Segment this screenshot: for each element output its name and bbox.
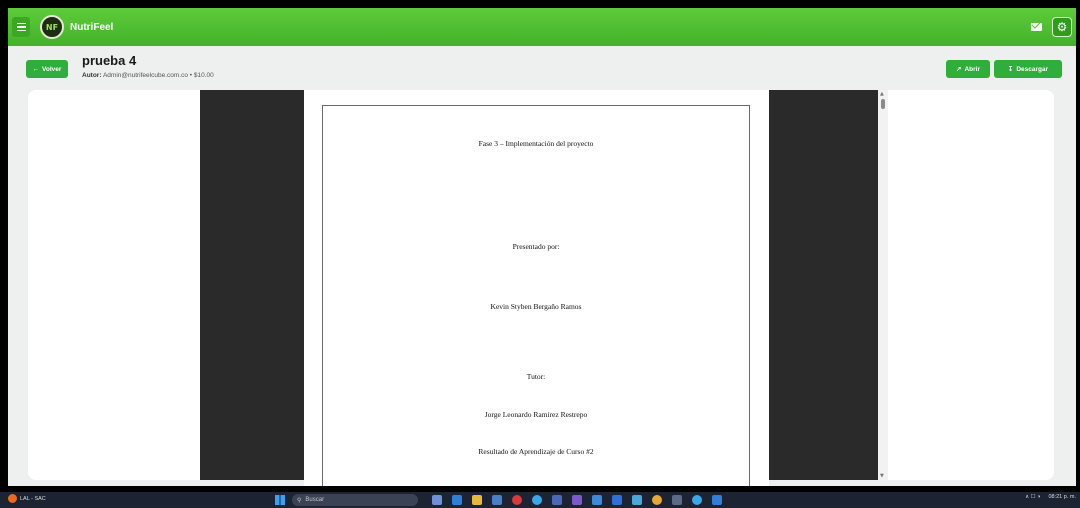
brand-logo[interactable]: NF [40, 15, 64, 39]
open-button-label: Abrir [964, 65, 980, 73]
document-line: Presentado por: [512, 242, 560, 251]
weather-label: LAL - SAC [20, 495, 46, 502]
arrow-left-icon: ← [32, 65, 40, 73]
meta-separator: • [189, 72, 193, 79]
mail-icon[interactable] [1031, 23, 1042, 31]
back-button[interactable]: ← Volver [26, 60, 68, 78]
screen: NF NutriFeel ⚙ ← Volver prueba 4 Autor: … [0, 0, 1080, 508]
app-icon[interactable] [712, 495, 722, 505]
page-border: Fase 3 – Implementación del proyecto Pre… [322, 105, 750, 486]
author-label: Autor: [82, 72, 102, 79]
brand-name: NutriFeel [70, 21, 114, 33]
gear-icon: ⚙ [1056, 20, 1068, 34]
app-icon[interactable] [552, 495, 562, 505]
document-line: Resultado de Aprendizaje de Curso #2 [478, 447, 594, 456]
app-icon[interactable] [452, 495, 462, 505]
search-placeholder: Buscar [305, 497, 325, 503]
edge-icon[interactable] [532, 495, 542, 505]
back-button-label: Volver [42, 65, 62, 73]
document-line: Jorge Leonardo Ramírez Restrepo [484, 410, 588, 419]
task-view-icon[interactable] [432, 495, 442, 505]
scrollbar-thumb[interactable] [881, 99, 885, 109]
tray-icons: ∧ ☐ ◑ [1025, 494, 1041, 500]
top-bar: NF NutriFeel ⚙ [8, 8, 1076, 46]
scroll-up-icon[interactable]: ▲ [880, 91, 884, 97]
weather-widget[interactable]: LAL - SAC [8, 494, 46, 503]
search-icon: ⚲ [297, 497, 302, 504]
taskbar: LAL - SAC ⚲ Buscar ∧ ☐ ◑ 08:21 p. m. [0, 492, 1080, 508]
menu-button[interactable] [12, 17, 30, 37]
clock: 08:21 p. m. [1048, 494, 1076, 500]
chrome-icon[interactable] [652, 495, 662, 505]
app-icon[interactable] [512, 495, 522, 505]
system-tray[interactable]: ∧ ☐ ◑ 08:21 p. m. [1025, 494, 1076, 500]
open-button[interactable]: ↗ Abrir [946, 60, 990, 78]
file-explorer-icon[interactable] [472, 495, 482, 505]
document-line: Kevin Styben Bergaño Ramos [490, 302, 582, 311]
app-icon[interactable] [672, 495, 682, 505]
app-icon[interactable] [592, 495, 602, 505]
viewer-scrollbar[interactable]: ▲ ▼ [878, 90, 888, 480]
pdf-page: Fase 3 – Implementación del proyecto Pre… [304, 90, 769, 486]
settings-button[interactable]: ⚙ [1052, 17, 1072, 37]
download-icon: ↧ [1007, 66, 1014, 73]
vscode-icon[interactable] [612, 495, 622, 505]
download-button[interactable]: ↧ Descargar [994, 60, 1062, 78]
pdf-viewer[interactable]: Fase 3 – Implementación del proyecto Pre… [200, 90, 888, 486]
document-line: Tutor: [526, 372, 546, 381]
document-header: ← Volver prueba 4 Autor: Admin@nutrifeel… [8, 48, 1076, 88]
weather-icon [8, 494, 17, 503]
windows-start-icon[interactable] [275, 495, 285, 505]
taskbar-search[interactable]: ⚲ Buscar [292, 494, 418, 506]
external-link-icon: ↗ [956, 66, 962, 73]
logo-text: NF [45, 22, 59, 32]
app-icon[interactable] [572, 495, 582, 505]
document-line: Fase 3 – Implementación del proyecto [478, 139, 594, 148]
hamburger-icon [16, 22, 26, 25]
app-icon[interactable] [492, 495, 502, 505]
price-value: $10.00 [193, 72, 214, 79]
scroll-down-icon[interactable]: ▼ [880, 473, 884, 479]
page-title: prueba 4 [82, 53, 137, 68]
download-button-label: Descargar [1016, 65, 1049, 73]
app-icon[interactable] [692, 495, 702, 505]
author-value: Admin@nutrifeelcube.com.co [102, 72, 188, 79]
app-window: NF NutriFeel ⚙ ← Volver prueba 4 Autor: … [8, 8, 1076, 486]
app-icon[interactable] [632, 495, 642, 505]
document-meta: Autor: Admin@nutrifeelcube.com.co • $10.… [82, 72, 214, 79]
